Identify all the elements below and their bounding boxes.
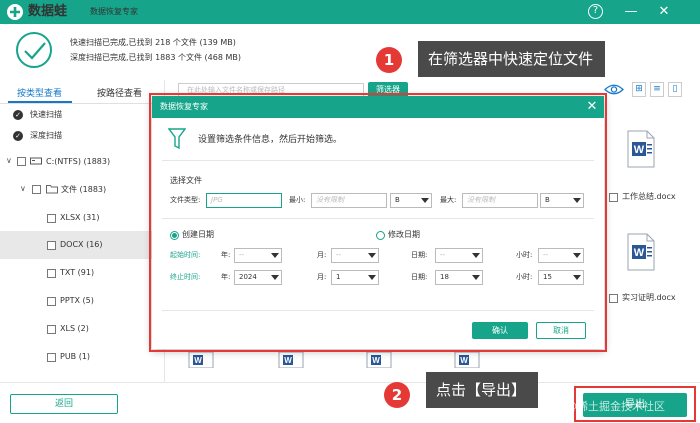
svg-text:W: W — [284, 356, 292, 365]
tree-item-drive[interactable]: C:(NTFS) (1883) — [46, 155, 110, 169]
tree-item-quick-scan[interactable]: 快速扫描 — [30, 108, 62, 122]
tree-item-deep-scan[interactable]: 深度扫描 — [30, 129, 62, 143]
list-view-icon[interactable]: ≡ — [650, 82, 664, 97]
detail-view-icon[interactable]: ▯ — [668, 82, 682, 97]
svg-text:W: W — [372, 356, 380, 365]
type-checkbox[interactable] — [47, 269, 56, 278]
tree-item-type[interactable]: DOCX (16) — [60, 238, 103, 252]
step-badge-1: 1 — [376, 47, 402, 73]
help-icon[interactable]: ? — [588, 4, 603, 19]
file-checkbox[interactable] — [609, 294, 618, 303]
type-checkbox[interactable] — [47, 214, 56, 223]
callout-step-2: 点击【导出】 — [426, 372, 539, 408]
tab-by-type[interactable]: 按类型查看 — [17, 88, 62, 100]
type-checkbox[interactable] — [47, 241, 56, 250]
dialog-highlight-frame — [149, 93, 607, 352]
tab-underline — [8, 101, 72, 103]
tree-item-type[interactable]: XLS (2) — [60, 322, 89, 336]
chevron-down-icon[interactable]: ∨ — [20, 182, 26, 196]
folder-icon — [46, 185, 58, 194]
back-button[interactable]: 返回 — [10, 394, 118, 414]
svg-text:W: W — [194, 356, 202, 365]
tree-item-type[interactable]: PUB (1) — [60, 350, 90, 364]
file-name: 实习证明.docx — [622, 293, 676, 302]
folder-checkbox[interactable] — [32, 185, 41, 194]
chevron-down-icon[interactable]: ∨ — [6, 154, 12, 168]
type-checkbox[interactable] — [47, 325, 56, 334]
svg-text:W: W — [634, 247, 645, 259]
word-doc-icon[interactable]: W — [454, 352, 480, 368]
type-checkbox[interactable] — [47, 353, 56, 362]
word-doc-icon[interactable]: W — [366, 352, 392, 368]
drive-icon — [30, 157, 42, 165]
word-doc-icon[interactable]: W — [278, 352, 304, 368]
tree-item-type[interactable]: TXT (91) — [60, 266, 94, 280]
watermark: @稀土掘金技术社区 — [566, 400, 665, 413]
tree-item-type[interactable]: XLSX (31) — [60, 211, 99, 225]
frog-logo-icon — [7, 4, 23, 20]
tab-by-path[interactable]: 按路径查看 — [97, 88, 142, 100]
svg-text:W: W — [460, 356, 468, 365]
checkmark-circle-icon — [16, 32, 52, 68]
tree-item-type[interactable]: PPTX (5) — [60, 294, 94, 308]
app-name: 数据蛙 — [28, 4, 68, 19]
check-icon[interactable]: ✓ — [13, 131, 23, 141]
callout-step-1: 在筛选器中快速定位文件 — [418, 41, 606, 77]
word-doc-icon[interactable]: W — [626, 130, 656, 168]
check-icon[interactable]: ✓ — [13, 110, 23, 120]
app-subtitle: 数据恢复专家 — [90, 7, 138, 16]
word-doc-icon[interactable]: W — [188, 352, 214, 368]
eye-icon[interactable] — [604, 82, 624, 97]
file-name: 工作总结.docx — [622, 192, 676, 201]
quick-scan-status: 快速扫描已完成,已找到 218 个文件 (139 MB) — [70, 38, 236, 47]
tree-item-folder[interactable]: 文件 (1883) — [61, 183, 106, 197]
deep-scan-status: 深度扫描已完成,已找到 1883 个文件 (468 MB) — [70, 53, 241, 62]
minimize-icon[interactable]: — — [623, 4, 639, 20]
close-icon[interactable]: ✕ — [656, 4, 672, 20]
type-checkbox[interactable] — [47, 297, 56, 306]
drive-checkbox[interactable] — [17, 157, 26, 166]
file-checkbox[interactable] — [609, 193, 618, 202]
grid-view-icon[interactable]: ⊞ — [632, 82, 646, 97]
word-doc-icon[interactable]: W — [626, 233, 656, 271]
svg-text:W: W — [634, 144, 645, 156]
step-badge-2: 2 — [384, 382, 410, 408]
